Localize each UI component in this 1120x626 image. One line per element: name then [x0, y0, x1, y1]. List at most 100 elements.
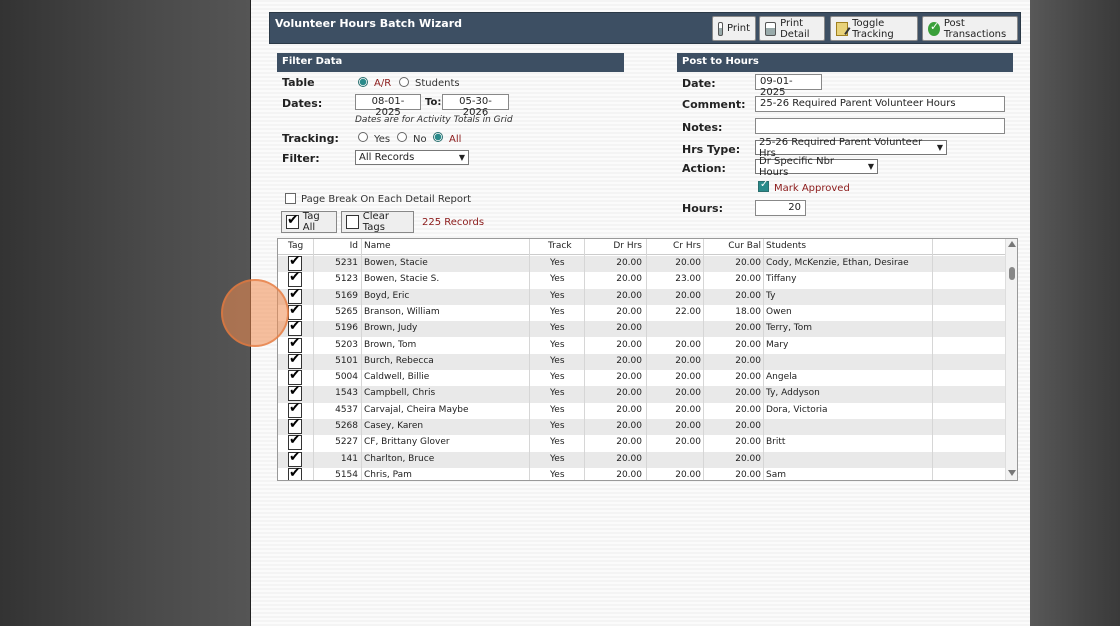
table-row[interactable]: 5123 Bowen, Stacie S. Yes 20.00 23.00 20.00 Ti…: [278, 269, 1005, 288]
col-divider: [313, 239, 314, 480]
col-cr-hrs[interactable]: Cr Hrs: [648, 239, 701, 254]
table-radio-students[interactable]: [399, 77, 409, 87]
date-from-field[interactable]: 08-01-2025: [355, 94, 421, 118]
cell-track: Yes: [550, 453, 565, 464]
tag-checkbox[interactable]: [288, 465, 302, 480]
cell-cr-hrs: 20.00: [675, 339, 701, 350]
toggle-tracking-label: Toggle Tracking: [852, 17, 894, 40]
table-row[interactable]: 5203 Brown, Tom Yes 20.00 20.00 20.00 Mary: [278, 335, 1005, 354]
scroll-down-icon[interactable]: [1008, 470, 1016, 476]
hours-field[interactable]: 20: [755, 200, 806, 216]
table-row[interactable]: 5101 Burch, Rebecca Yes 20.00 20.00 20.00: [278, 351, 1005, 371]
tracking-radio-no[interactable]: [397, 132, 407, 142]
filter-label: Filter:: [282, 152, 320, 165]
cell-track: Yes: [550, 274, 565, 285]
cell-name: Bowen, Stacie: [364, 258, 428, 268]
table-row[interactable]: 5154 Chris, Pam Yes 20.00 20.00 20.00 Sam: [278, 465, 1005, 480]
col-name[interactable]: Name: [364, 239, 391, 254]
action-select[interactable]: Dr Specific Nbr Hours ▼: [755, 156, 878, 178]
table-row[interactable]: 141 Charlton, Bruce Yes 20.00 20.00: [278, 449, 1005, 468]
cell-cr-hrs: 20.00: [675, 421, 701, 431]
print-label: Print: [726, 23, 750, 34]
grid-scrollbar[interactable]: [1005, 239, 1017, 480]
mark-approved-checkbox[interactable]: [758, 179, 769, 192]
tracking-radio-all[interactable]: [433, 132, 443, 142]
cell-students: Ty, Addyson: [766, 388, 820, 399]
cell-name: Chris, Pam: [364, 469, 412, 480]
right-backdrop: [1030, 0, 1120, 626]
toggle-tracking-button[interactable]: Toggle Tracking: [830, 16, 918, 41]
volunteer-grid: Tag Id Name Track Dr Hrs Cr Hrs Cur Bal …: [277, 238, 1018, 481]
table-row[interactable]: 5196 Brown, Judy Yes 20.00 20.00 Terry, Tom: [278, 318, 1005, 338]
post-transactions-button[interactable]: Post Transactions: [922, 16, 1018, 41]
table-row[interactable]: 5227 CF, Brittany Glover Yes 20.00 20.00 20.0…: [278, 432, 1005, 451]
col-id[interactable]: Id: [318, 239, 358, 254]
table-option-ar: A/R: [374, 78, 392, 89]
clear-tags-label: Clear Tags: [362, 211, 389, 233]
cell-dr-hrs: 20.00: [616, 306, 642, 317]
click-indicator: [221, 279, 289, 347]
printer-icon: [765, 21, 777, 36]
cell-track: Yes: [550, 388, 565, 399]
cell-name: Brown, Judy: [364, 323, 418, 334]
cell-track: Yes: [550, 323, 565, 334]
post-date-field[interactable]: 09-01-2025: [755, 74, 822, 98]
cell-dr-hrs: 20.00: [616, 469, 642, 480]
col-students[interactable]: Students: [766, 239, 806, 254]
cell-name: Charlton, Bruce: [364, 453, 435, 464]
cell-id: 5268: [335, 421, 358, 431]
cell-dr-hrs: 20.00: [616, 437, 642, 448]
filter-select[interactable]: All Records ▼: [355, 150, 469, 165]
toggle-icon: [836, 21, 849, 36]
table-row[interactable]: 4537 Carvajal, Cheira Maybe Yes 20.00 20.00 2…: [278, 400, 1005, 419]
print-detail-button[interactable]: Print Detail: [759, 16, 825, 41]
page-break-checkbox[interactable]: [285, 193, 296, 204]
table-row[interactable]: 5004 Caldwell, Billie Yes 20.00 20.00 20.00 An…: [278, 367, 1005, 386]
cell-name: Carvajal, Cheira Maybe: [364, 404, 469, 415]
cell-dr-hrs: 20.00: [616, 453, 642, 464]
title-bar: Volunteer Hours Batch Wizard Print Print…: [269, 12, 1021, 44]
scroll-up-icon[interactable]: [1008, 241, 1016, 247]
table-radio-ar[interactable]: [358, 77, 368, 87]
cell-students: Angela: [766, 372, 798, 383]
cell-cr-hrs: 20.00: [675, 290, 701, 301]
action-label: Action:: [682, 162, 726, 175]
cell-dr-hrs: 20.00: [616, 421, 642, 431]
tracking-option-yes: Yes: [374, 134, 391, 145]
print-button[interactable]: Print: [712, 16, 756, 41]
table-row[interactable]: 5231 Bowen, Stacie Yes 20.00 20.00 20.00 Cody,…: [278, 253, 1005, 273]
cell-track: Yes: [550, 290, 565, 301]
cell-track: Yes: [550, 469, 565, 480]
date-to-field[interactable]: 05-30-2026: [442, 94, 509, 118]
comment-label: Comment:: [682, 98, 746, 111]
cell-cur-bal: 20.00: [735, 404, 761, 415]
table-row[interactable]: 1543 Campbell, Chris Yes 20.00 20.00 20.00 Ty,…: [278, 383, 1005, 403]
cell-track: Yes: [550, 339, 565, 350]
cell-cur-bal: 20.00: [735, 469, 761, 480]
col-tag[interactable]: Tag: [288, 239, 303, 254]
hrs-type-select[interactable]: 25-26 Required Parent Volunteer Hrs ▼: [755, 137, 947, 159]
col-cur-bal[interactable]: Cur Bal: [706, 239, 761, 254]
cell-cr-hrs: 20.00: [675, 388, 701, 399]
clear-tags-button[interactable]: Clear Tags: [341, 211, 414, 233]
col-track[interactable]: Track: [548, 239, 572, 254]
notes-field[interactable]: [755, 118, 1005, 134]
table-row[interactable]: 5265 Branson, William Yes 20.00 22.00 18.00 Ow…: [278, 302, 1005, 321]
table-row[interactable]: 5169 Boyd, Eric Yes 20.00 20.00 20.00 Ty: [278, 286, 1005, 305]
cell-name: Bowen, Stacie S.: [364, 274, 440, 285]
scroll-thumb[interactable]: [1009, 267, 1015, 280]
dates-label: Dates:: [282, 97, 323, 110]
col-dr-hrs[interactable]: Dr Hrs: [588, 239, 642, 254]
tracking-radio-yes[interactable]: [358, 132, 368, 142]
col-divider: [361, 239, 362, 480]
tag-all-button[interactable]: Tag All: [281, 211, 337, 233]
cell-name: Campbell, Chris: [364, 388, 436, 399]
notes-label: Notes:: [682, 121, 723, 134]
comment-field[interactable]: 25-26 Required Parent Volunteer Hours: [755, 96, 1005, 112]
table-row[interactable]: 5268 Casey, Karen Yes 20.00 20.00 20.00: [278, 416, 1005, 436]
tracking-label: Tracking:: [282, 132, 339, 145]
cell-students: Dora, Victoria: [766, 404, 828, 415]
cell-dr-hrs: 20.00: [616, 258, 642, 268]
post-transactions-label: Post Transactions: [943, 17, 1007, 40]
cell-cr-hrs: 23.00: [675, 274, 701, 285]
